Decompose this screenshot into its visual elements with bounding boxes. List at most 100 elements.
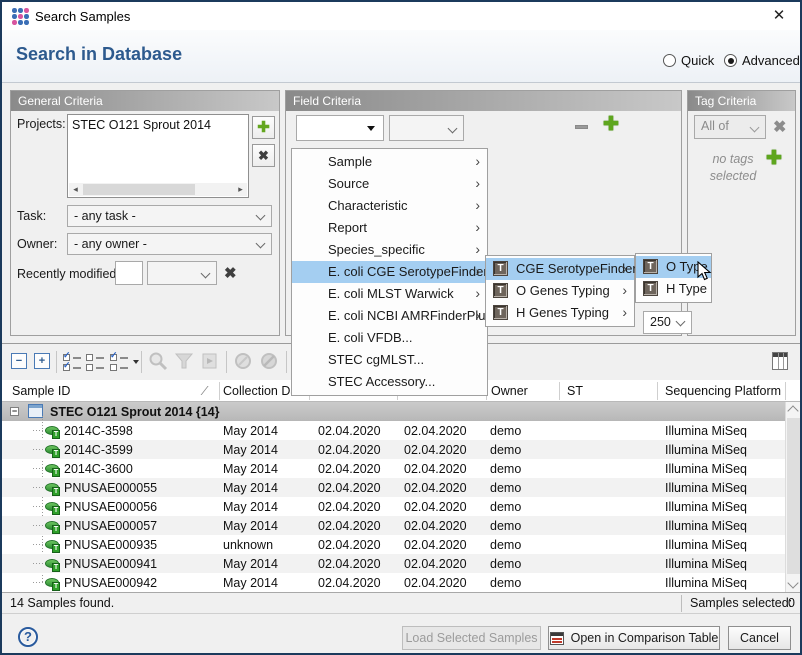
chevron-down-icon	[256, 239, 266, 249]
scroll-down-icon[interactable]	[787, 577, 798, 588]
menu-item-mlst-warwick[interactable]: ACGT E. coli MLST Warwick›	[292, 283, 487, 305]
task-template-icon: ACGT	[298, 263, 312, 280]
group-row[interactable]: − STEC O121 Sprout 2014 {14}	[2, 402, 787, 421]
scroll-up-icon[interactable]	[787, 405, 798, 416]
scroll-right-icon[interactable]: ▸	[234, 183, 247, 196]
recently-modified-input[interactable]	[115, 261, 143, 285]
col-sample-id[interactable]: Sample ID	[12, 384, 70, 398]
menu-item-sample[interactable]: Sample›	[292, 151, 487, 173]
menu-item-characteristic[interactable]: Characteristic›	[292, 195, 487, 217]
projects-horizontal-scrollbar[interactable]: ◂ ▸	[69, 183, 247, 196]
table-row[interactable]: T PNUSAE000056 May 2014 02.04.2020 02.04…	[2, 497, 787, 516]
table-row[interactable]: T PNUSAE000942 May 2014 02.04.2020 02.04…	[2, 573, 787, 592]
col-platform[interactable]: Sequencing Platform	[665, 384, 781, 398]
cancel-button[interactable]: Cancel	[728, 626, 791, 650]
menu-item-vfdb[interactable]: E. coli VFDB...	[292, 327, 487, 349]
table-row[interactable]: T 2014C-3600 May 2014 02.04.2020 02.04.2…	[2, 459, 787, 478]
field-criteria-title: Field Criteria	[286, 91, 681, 111]
menu-item-cge-serotypefinder[interactable]: ACGT E. coli CGE SerotypeFinder›	[292, 261, 487, 283]
task-template-icon: ACGT	[298, 285, 312, 302]
column-config-button[interactable]	[772, 352, 788, 370]
menu-item-report[interactable]: Report›	[292, 217, 487, 239]
open-in-comparison-table-button[interactable]: Open in Comparison Table	[548, 626, 720, 650]
results-table: − STEC O121 Sprout 2014 {14} T 2014C-359…	[2, 402, 800, 592]
task-dropdown[interactable]: - any task -	[67, 205, 272, 227]
menu-item-species-specific[interactable]: Species_specific›	[292, 239, 487, 261]
table-row[interactable]: T PNUSAE000935 unknown 02.04.2020 02.04.…	[2, 535, 787, 554]
submenu-arrow-icon: ›	[475, 219, 480, 235]
window-title: Search Samples	[35, 9, 130, 24]
menu-item-source[interactable]: Source›	[292, 173, 487, 195]
remove-project-button[interactable]: ✖	[252, 144, 275, 167]
owner-dropdown[interactable]: - any owner -	[67, 233, 272, 255]
chevron-down-icon	[256, 211, 266, 221]
radio-advanced-circle[interactable]	[724, 54, 737, 67]
uncheck-all-button[interactable]	[84, 350, 108, 374]
projects-label: Projects:	[17, 117, 66, 131]
table-row[interactable]: T 2014C-3599 May 2014 02.04.2020 02.04.2…	[2, 440, 787, 459]
table-row[interactable]: T PNUSAE000941 May 2014 02.04.2020 02.04…	[2, 554, 787, 573]
text-field-icon: T	[643, 281, 658, 296]
field-select-combo[interactable]	[296, 115, 384, 141]
clear-tags-icon[interactable]: ✖	[773, 117, 786, 137]
chevron-down-icon	[448, 124, 458, 134]
add-project-button[interactable]: ✚	[252, 116, 275, 139]
table-row[interactable]: T 2014C-3598 May 2014 02.04.2020 02.04.2…	[2, 421, 787, 440]
remove-criterion-icon[interactable]	[575, 125, 588, 129]
add-tag-icon[interactable]: ✚	[766, 151, 782, 167]
radio-quick-circle[interactable]	[663, 54, 676, 67]
recently-modified-unit-dropdown[interactable]	[147, 261, 217, 285]
col-owner[interactable]: Owner	[491, 384, 528, 398]
collapse-all-button[interactable]: −	[9, 350, 33, 374]
collapse-group-icon[interactable]: −	[10, 407, 19, 416]
menu-item-o-genes-typing[interactable]: T O Genes Typing›	[486, 280, 634, 302]
add-criterion-icon[interactable]: ✚	[603, 117, 619, 133]
load-selected-samples-button[interactable]: Load Selected Samples	[402, 626, 541, 650]
no-tags-text: no tagsselected	[702, 151, 764, 185]
field-operator-combo[interactable]	[389, 115, 464, 141]
submenu-arrow-icon: ›	[622, 304, 627, 320]
help-icon[interactable]: ?	[18, 627, 38, 647]
tag-match-dropdown[interactable]: All of	[694, 115, 766, 139]
submenu-arrow-icon: ›	[475, 197, 480, 213]
footer-bar: ? Load Selected Samples Open in Comparis…	[2, 614, 800, 653]
check-options-button[interactable]: ✓	[108, 350, 132, 374]
page-title: Search in Database	[16, 44, 182, 65]
check-all-button[interactable]: ✓ ✓	[61, 350, 85, 374]
chevron-down-icon	[750, 123, 760, 133]
text-field-icon: T	[493, 261, 508, 276]
close-icon[interactable]: ✕	[768, 6, 790, 26]
menu-item-h-genes-typing[interactable]: T H Genes Typing›	[486, 302, 634, 324]
recently-modified-label: Recently modified:	[17, 267, 120, 281]
scrollbar-thumb[interactable]	[83, 184, 195, 195]
scrollbar-thumb[interactable]	[787, 418, 800, 574]
table-vertical-scrollbar[interactable]	[785, 402, 800, 592]
dropdown-arrow-icon	[367, 126, 375, 131]
menu-item-stec-accessory[interactable]: STEC Accessory...	[292, 371, 487, 393]
menu-item-stec-cgmlst[interactable]: STEC cgMLST...	[292, 349, 487, 371]
radio-advanced[interactable]: Advanced	[724, 53, 800, 68]
table-row[interactable]: T PNUSAE000055 May 2014 02.04.2020 02.04…	[2, 478, 787, 497]
result-limit-dropdown[interactable]: 250	[643, 311, 692, 334]
submenu-arrow-icon: ›	[622, 260, 627, 276]
submenu-arrow-icon: ›	[475, 241, 480, 257]
menu-item-ncbi-amrfinderplus[interactable]: ACGT E. coli NCBI AMRFinderPlus›	[292, 305, 487, 327]
submenu-arrow-icon: ›	[622, 282, 627, 298]
clear-recently-modified-icon[interactable]: ✖	[224, 264, 237, 282]
col-st[interactable]: ST	[567, 384, 583, 398]
sort-ascending-icon: ⁄	[204, 384, 206, 398]
plus-icon: ✚	[257, 119, 270, 136]
group-label: STEC O121 Sprout 2014 {14}	[50, 405, 220, 419]
app-logo-icon	[12, 8, 29, 25]
samples-selected-count: 0	[788, 596, 795, 610]
projects-selected-value[interactable]: STEC O121 Sprout 2014	[72, 118, 211, 132]
table-row[interactable]: T PNUSAE000057 May 2014 02.04.2020 02.04…	[2, 516, 787, 535]
scroll-left-icon[interactable]: ◂	[69, 183, 82, 196]
menu-item-cge-serotypefinder-sub[interactable]: T CGE SerotypeFinder›	[486, 258, 634, 280]
radio-quick[interactable]: Quick	[663, 53, 714, 68]
expand-all-button[interactable]: +	[32, 350, 56, 374]
status-bar: 14 Samples found. Samples selected: 0	[2, 592, 800, 614]
project-icon	[28, 404, 43, 418]
projects-listbox[interactable]: STEC O121 Sprout 2014 ◂ ▸	[67, 114, 249, 198]
submenu-arrow-icon: ›	[475, 307, 480, 323]
